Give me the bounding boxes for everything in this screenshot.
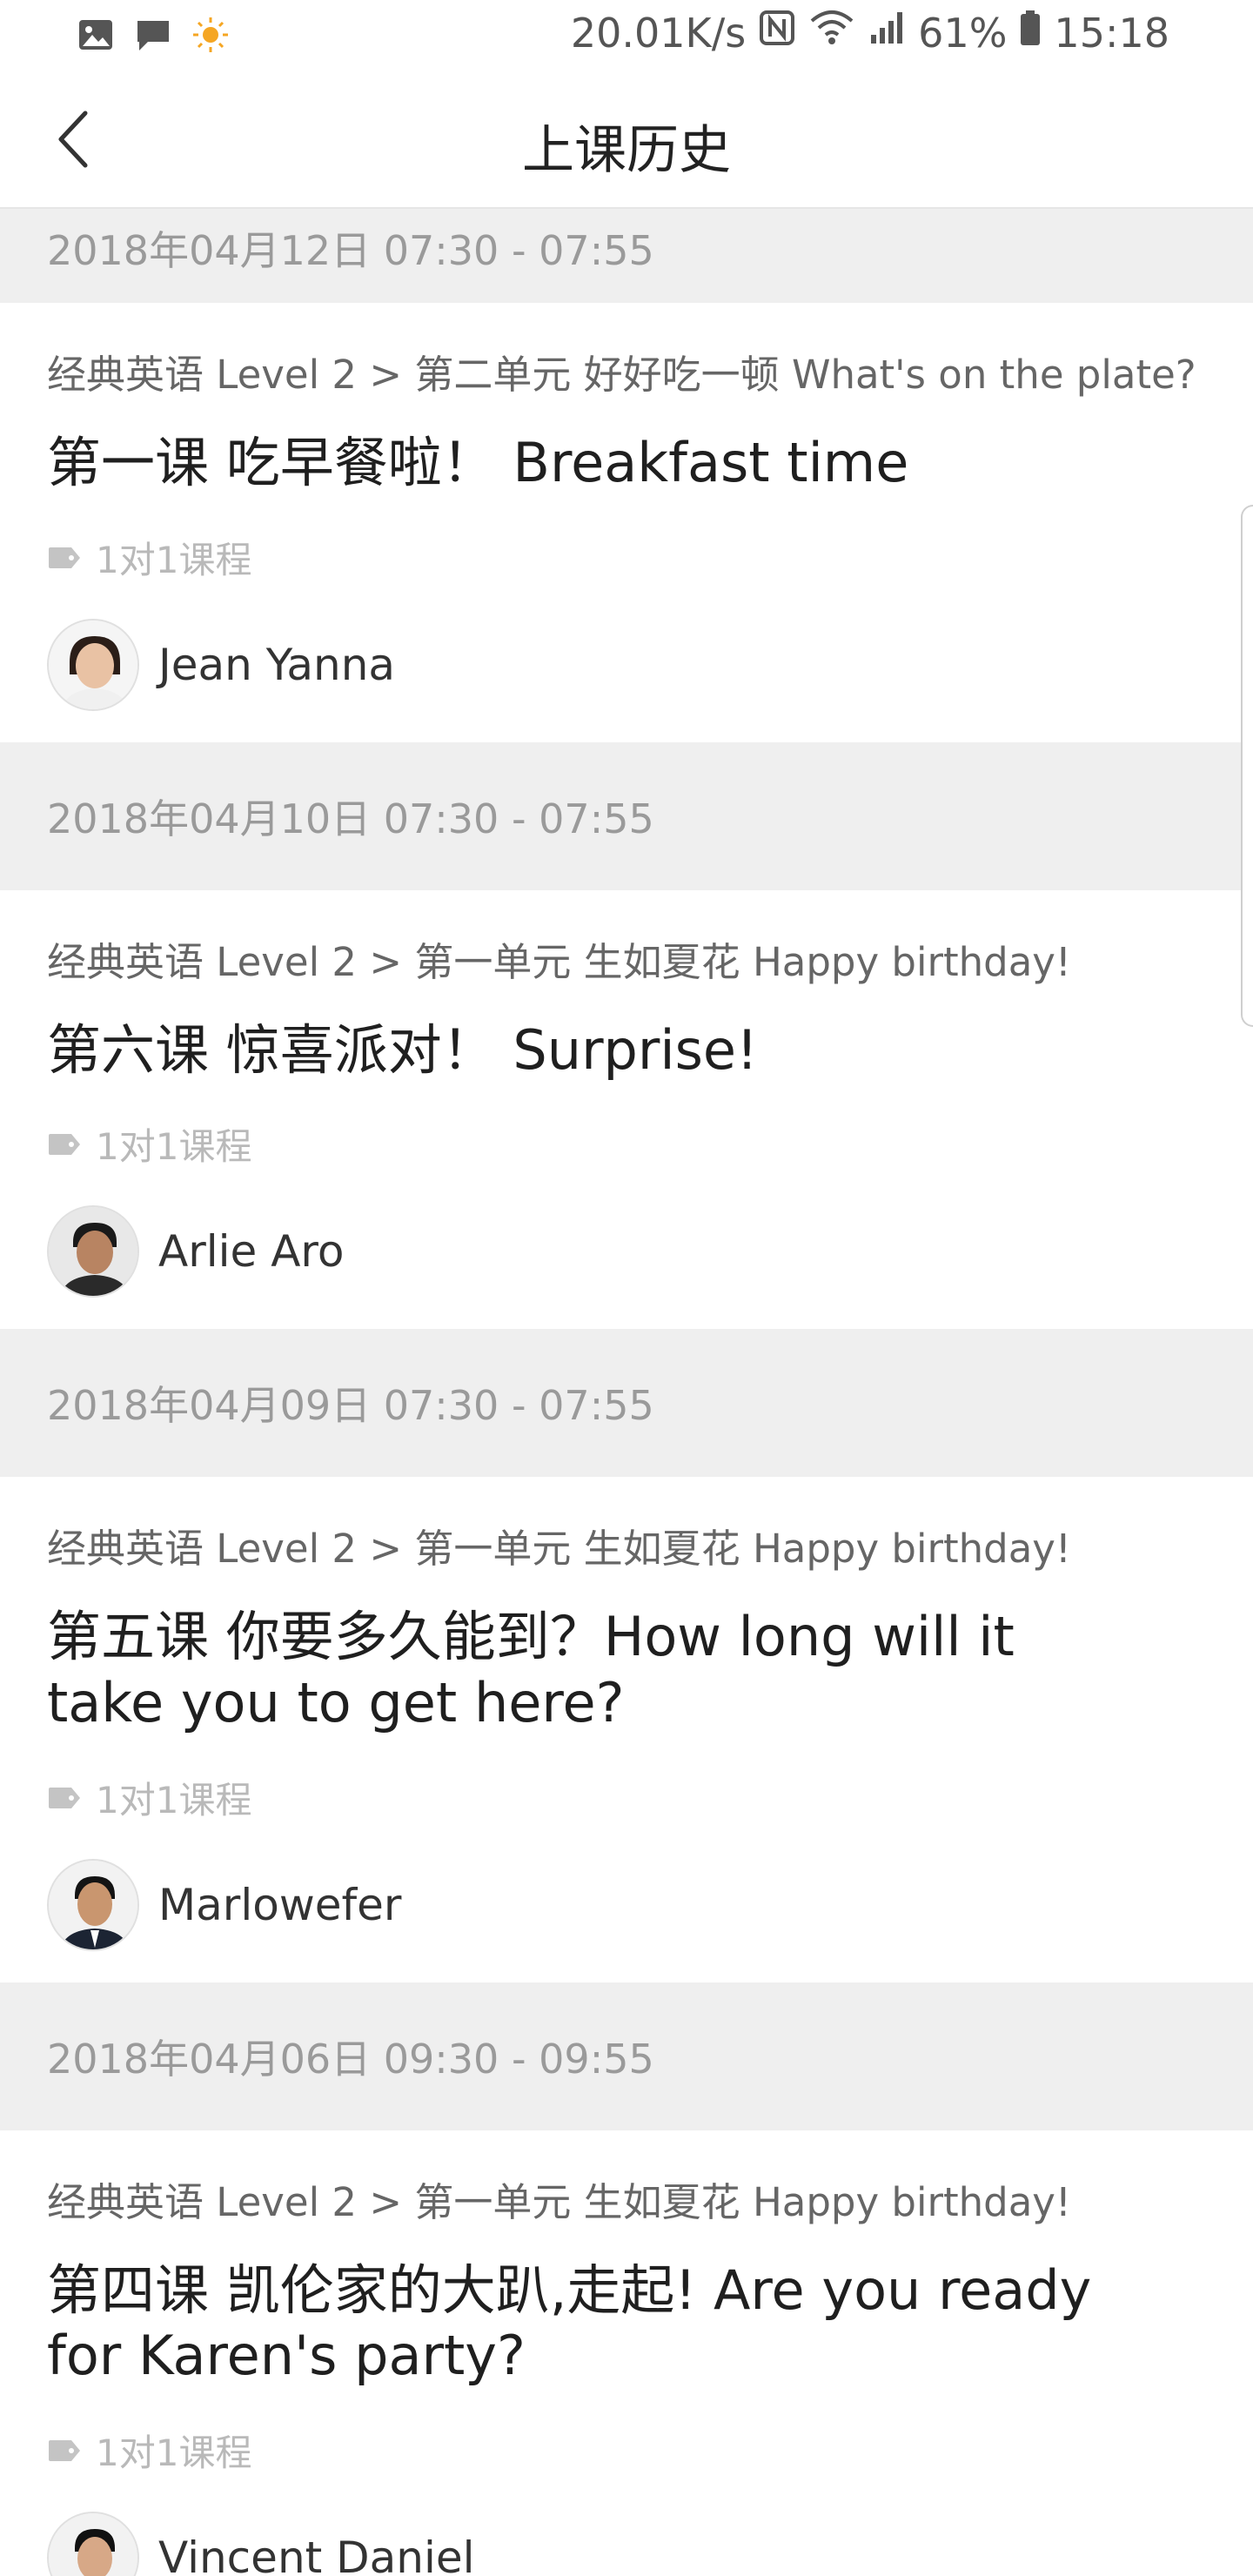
teacher-row[interactable]: Jean Yanna xyxy=(47,618,1206,742)
image-icon xyxy=(77,16,115,57)
tag-label: 1对1课程 xyxy=(96,1778,252,1821)
date-header: 2018年04月09日 07:30 - 07:55 xyxy=(0,1329,1253,1478)
tag-icon xyxy=(47,536,82,579)
tag-label: 1对1课程 xyxy=(96,2431,252,2474)
battery-icon xyxy=(1019,9,1042,57)
chat-icon xyxy=(134,16,172,57)
avatar xyxy=(47,618,139,711)
date-header: 2018年04月12日 07:30 - 07:55 xyxy=(0,209,1253,303)
teacher-name: Arlie Aro xyxy=(158,1226,345,1278)
lesson-card[interactable]: 经典英语 Level 2 > 第一单元 生如夏花 Happy birthday!… xyxy=(0,2130,1253,2576)
lesson-card[interactable]: 经典英语 Level 2 > 第一单元 生如夏花 Happy birthday!… xyxy=(0,889,1253,1330)
lesson-tag: 1对1课程 xyxy=(47,531,1206,584)
lesson-title: 第一课 吃早餐啦！ Breakfast time xyxy=(47,431,909,494)
lesson-title: 第五课 你要多久能到？How long will it take you to … xyxy=(47,1605,1015,1734)
clock: 15:18 xyxy=(1054,9,1169,57)
lesson-tag: 1对1课程 xyxy=(47,1117,1206,1171)
date-header: 2018年04月10日 07:30 - 07:55 xyxy=(0,741,1253,890)
battery-level: 61% xyxy=(918,9,1008,57)
course-breadcrumb: 经典英语 Level 2 > 第一单元 生如夏花 Happy birthday! xyxy=(47,938,1071,985)
course-breadcrumb: 经典英语 Level 2 > 第一单元 生如夏花 Happy birthday! xyxy=(47,2178,1071,2225)
lesson-history-list[interactable]: 2018年04月12日 07:30 - 07:55 经典英语 Level 2 >… xyxy=(0,209,1253,2576)
teacher-row[interactable]: Vincent Daniel xyxy=(47,2511,1206,2576)
tag-label: 1对1课程 xyxy=(96,538,252,581)
avatar xyxy=(47,1858,139,1951)
tag-label: 1对1课程 xyxy=(96,1125,252,1169)
nfc-icon xyxy=(758,9,796,57)
wifi-icon xyxy=(808,9,855,57)
course-breadcrumb: 经典英语 Level 2 > 第二单元 好好吃一顿 What's on the … xyxy=(47,352,1196,398)
sun-icon xyxy=(191,16,230,57)
teacher-name: Vincent Daniel xyxy=(158,2532,475,2576)
tag-icon xyxy=(47,1123,82,1165)
scroll-handle[interactable] xyxy=(1241,505,1253,1027)
notification-icons xyxy=(77,16,230,57)
lesson-tag: 1对1课程 xyxy=(47,2424,1206,2477)
avatar xyxy=(47,2511,139,2576)
lesson-title: 第六课 惊喜派对！ Surprise! xyxy=(47,1017,758,1082)
avatar xyxy=(47,1205,139,1298)
lesson-card[interactable]: 经典英语 Level 2 > 第一单元 生如夏花 Happy birthday!… xyxy=(0,1477,1253,1982)
date-header: 2018年04月06日 09:30 - 09:55 xyxy=(0,1982,1253,2130)
course-breadcrumb: 经典英语 Level 2 > 第一单元 生如夏花 Happy birthday! xyxy=(47,1526,1071,1573)
tag-icon xyxy=(47,1776,82,1819)
tag-icon xyxy=(47,2429,82,2472)
lesson-title: 第四课 凯伦家的大趴,走起! Are you ready for Karen's… xyxy=(47,2257,1092,2388)
signal-icon xyxy=(868,9,906,57)
page-title: 上课历史 xyxy=(522,120,731,181)
teacher-name: Jean Yanna xyxy=(158,639,396,690)
app-header: 上课历史 xyxy=(0,73,1253,209)
status-indicators: 20.01K/s 61% 15:18 xyxy=(571,9,1169,57)
lesson-card[interactable]: 经典英语 Level 2 > 第二单元 好好吃一顿 What's on the … xyxy=(0,303,1253,742)
teacher-row[interactable]: Arlie Aro xyxy=(47,1205,1206,1329)
net-speed: 20.01K/s xyxy=(570,9,747,57)
lesson-tag: 1对1课程 xyxy=(47,1771,1206,1824)
status-bar: 20.01K/s 61% 15:18 xyxy=(0,0,1253,73)
teacher-name: Marlowefer xyxy=(158,1879,402,1930)
teacher-row[interactable]: Marlowefer xyxy=(47,1858,1206,1982)
